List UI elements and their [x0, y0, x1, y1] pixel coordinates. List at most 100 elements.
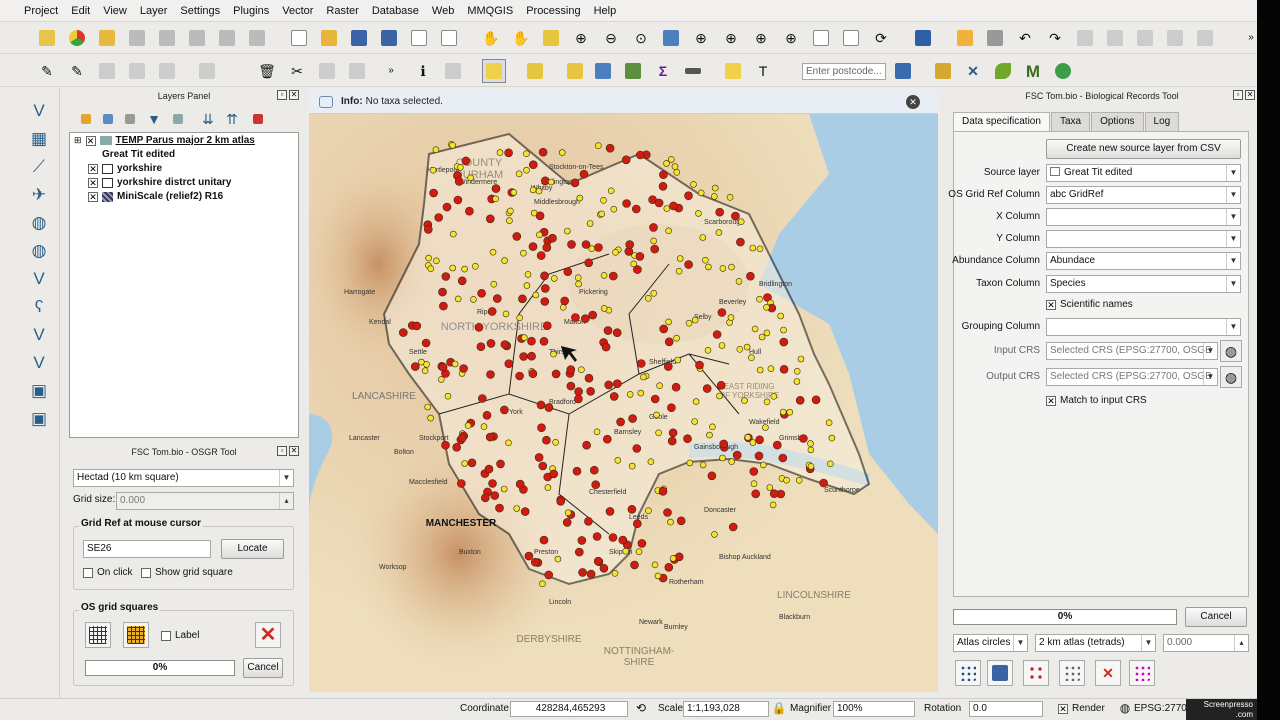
float-panel-icon[interactable]: ▫	[1233, 90, 1243, 100]
close-panel-icon[interactable]: ✕	[289, 90, 299, 100]
grid-type-select[interactable]: Hectad (10 km square) ▼	[73, 469, 294, 487]
close-panel-icon[interactable]: ✕	[1245, 90, 1255, 100]
add-wfs-icon[interactable]: ʕ	[26, 294, 52, 320]
clear-grid-icon[interactable]: ✕	[255, 622, 281, 648]
add-mssql-icon[interactable]: ◍	[26, 210, 52, 236]
paste-icon[interactable]	[346, 60, 368, 82]
osgr-column-select[interactable]: abc GridRef ▼	[1046, 186, 1241, 204]
copy-icon[interactable]	[316, 60, 338, 82]
new-shapefile-icon[interactable]: V	[26, 350, 52, 376]
digitize-b-icon[interactable]	[1104, 27, 1126, 49]
toggle-editing-icon[interactable]: ✎	[66, 60, 88, 82]
open-layer-styling-icon[interactable]	[75, 108, 97, 130]
menu-view[interactable]: View	[103, 5, 127, 17]
gridref-field[interactable]: SE26	[83, 540, 211, 558]
add-feature-dropdown-icon[interactable]	[156, 60, 178, 82]
generate-atlas-icon[interactable]	[955, 660, 981, 686]
menu-layer[interactable]: Layer	[140, 5, 168, 17]
atlas-value-spinbox[interactable]: 0.000 ▴	[1163, 634, 1249, 652]
menu-plugins[interactable]: Plugins	[233, 5, 269, 17]
map-tips-icon[interactable]	[442, 60, 464, 82]
match-crs-checkbox[interactable]: ✕	[1046, 395, 1056, 406]
osgr-cancel-button[interactable]: Cancel	[243, 658, 283, 678]
add-group-icon[interactable]	[97, 108, 119, 130]
scientific-names-checkbox[interactable]: ✕	[1046, 299, 1056, 310]
toolbar-more-icon[interactable]: »	[1240, 27, 1257, 49]
save-as-icon[interactable]	[378, 27, 400, 49]
filter-expression-icon[interactable]	[167, 108, 189, 130]
scale-field[interactable]: 1:1,193,028	[683, 701, 769, 717]
pan-to-selection-icon[interactable]	[540, 27, 562, 49]
select-features-icon[interactable]	[482, 59, 506, 83]
postcode-input[interactable]: Enter postcode...	[802, 63, 886, 80]
zoom-out-icon[interactable]: ⊖	[600, 27, 622, 49]
text-annotation-icon[interactable]: T	[752, 60, 774, 82]
grid-plugin-icon[interactable]	[932, 60, 954, 82]
grid-lines-icon[interactable]	[85, 622, 111, 648]
float-panel-icon[interactable]: ▫	[277, 446, 287, 456]
biorec-tool-icon[interactable]	[1052, 60, 1074, 82]
on-click-checkbox[interactable]	[83, 567, 93, 578]
rotation-field[interactable]: 0.0	[969, 701, 1043, 717]
refresh-icon[interactable]: ⟳	[870, 27, 892, 49]
zoom-selection-icon[interactable]: ⊕	[690, 27, 712, 49]
crs-globe-icon[interactable]: ◍	[1116, 699, 1134, 717]
deselect-icon[interactable]	[564, 60, 586, 82]
zoom-in-icon[interactable]: ⊕	[570, 27, 592, 49]
clear-atlas-icon[interactable]: ✕	[1095, 660, 1121, 686]
help-icon[interactable]	[912, 27, 934, 49]
delete-selected-icon[interactable]: 🗑	[256, 60, 278, 82]
expand-all-icon[interactable]: ⇊	[197, 108, 219, 130]
edit-pencil-disabled-icon[interactable]: ✎	[36, 60, 58, 82]
atlas-dots-icon[interactable]	[1023, 660, 1049, 686]
output-crs-globe-icon[interactable]: ◍	[1220, 366, 1242, 388]
menu-database[interactable]: Database	[372, 5, 419, 17]
new-project-icon[interactable]	[288, 27, 310, 49]
cut-icon[interactable]: ✂	[286, 60, 308, 82]
bookmark-icon[interactable]	[840, 27, 862, 49]
manage-visibility-icon[interactable]	[119, 108, 141, 130]
float-panel-icon[interactable]: ▫	[277, 90, 287, 100]
label-rotate-icon[interactable]	[156, 27, 178, 49]
label-change-icon[interactable]	[186, 27, 208, 49]
new-spatialite-layer-icon[interactable]: ▣	[26, 378, 52, 404]
menu-web[interactable]: Web	[432, 5, 454, 17]
on-click-option[interactable]: On click	[83, 567, 133, 578]
menu-settings[interactable]: Settings	[180, 5, 220, 17]
osgr-tool-icon[interactable]: ✕	[962, 60, 984, 82]
menu-vector[interactable]: Vector	[282, 5, 313, 17]
label-abc-icon[interactable]	[36, 27, 58, 49]
menu-raster[interactable]: Raster	[326, 5, 358, 17]
chrome-style-icon[interactable]	[66, 27, 88, 49]
map-canvas[interactable]: COUNTY DURHAM NORTH YORKSHIRE LANCASHIRE …	[309, 114, 938, 692]
render-checkbox[interactable]: ✕	[1058, 703, 1068, 714]
biorec-cancel-button[interactable]: Cancel	[1185, 607, 1247, 627]
label-checkbox[interactable]	[161, 630, 171, 641]
node-tool-icon[interactable]	[196, 60, 218, 82]
atlas-batch-icon[interactable]	[1059, 660, 1085, 686]
new-map-view-icon[interactable]	[810, 27, 832, 49]
digitize-c-icon[interactable]	[1134, 27, 1156, 49]
show-grid-checkbox[interactable]	[141, 567, 151, 578]
label-edit-icon[interactable]	[246, 27, 268, 49]
label-option[interactable]: Label	[161, 630, 199, 641]
atlas-export-icon[interactable]	[1129, 660, 1155, 686]
pan-map-icon[interactable]: ✋	[510, 27, 532, 49]
layer-visibility-checkbox[interactable]: ✕	[88, 177, 98, 188]
remove-layer-icon[interactable]	[247, 108, 269, 130]
mmqgis-m-icon[interactable]: M	[1022, 60, 1044, 82]
collapse-all-icon[interactable]: ⇈	[221, 108, 243, 130]
grid-fill-icon[interactable]	[123, 622, 149, 648]
layer-visibility-checkbox[interactable]: ✕	[85, 135, 96, 146]
field-calculator-icon[interactable]	[622, 60, 644, 82]
layer-visibility-checkbox[interactable]: ✕	[88, 163, 98, 174]
layer-item[interactable]: ✕ MiniScale (relief2) R16	[88, 191, 223, 202]
save-project-icon[interactable]	[348, 27, 370, 49]
coordinate-toggle-icon[interactable]: ⟲	[632, 699, 650, 717]
pan-touch-icon[interactable]: ✋	[480, 27, 502, 49]
open-project-icon[interactable]	[318, 27, 340, 49]
save-atlas-icon[interactable]	[987, 660, 1013, 686]
add-wms-icon[interactable]: ◍	[26, 238, 52, 264]
menu-mmqgis[interactable]: MMQGIS	[467, 5, 513, 17]
menu-processing[interactable]: Processing	[526, 5, 580, 17]
